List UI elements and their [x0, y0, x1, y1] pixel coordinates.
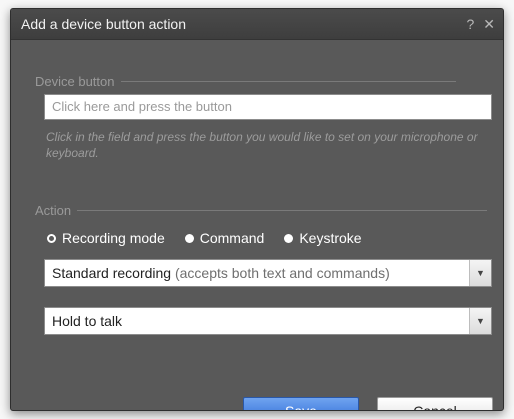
radio-label: Keystroke [299, 230, 362, 246]
section-divider [120, 81, 456, 82]
section-divider [77, 210, 488, 211]
device-button-heading: Device button [35, 74, 115, 89]
radio-label: Command [199, 230, 265, 246]
radio-label: Recording mode [62, 230, 165, 246]
talk-mode-value: Hold to talk [52, 313, 123, 329]
recording-type-description: (accepts both text and commands) [174, 265, 390, 281]
device-button-hint: Click in the field and press the button … [46, 130, 478, 160]
action-section-label: Action [35, 203, 488, 218]
radio-unselected-icon [184, 233, 194, 243]
save-button[interactable]: Save [243, 397, 359, 410]
radio-keystroke[interactable]: Keystroke [284, 230, 362, 246]
recording-type-select[interactable]: Standard recording (accepts both text an… [44, 259, 492, 287]
chevron-down-icon[interactable]: ▼ [469, 260, 491, 286]
chevron-down-icon[interactable]: ▼ [469, 308, 491, 334]
radio-command[interactable]: Command [184, 230, 265, 246]
radio-recording-mode[interactable]: Recording mode [47, 230, 165, 246]
radio-unselected-icon [284, 233, 294, 243]
radio-selected-icon [47, 233, 56, 243]
recording-type-value: Standard recording (accepts both text an… [45, 265, 469, 281]
cancel-button[interactable]: Cancel [377, 397, 493, 410]
title-bar: Add a device button action ? ✕ [11, 9, 503, 40]
action-heading: Action [35, 203, 72, 218]
device-button-input[interactable]: Click here and press the button [44, 94, 492, 120]
help-icon[interactable]: ? [466, 16, 474, 32]
dialog-title: Add a device button action [21, 16, 187, 32]
action-type-radio-group: Recording mode Command Keystroke [47, 230, 382, 246]
talk-mode-select[interactable]: Hold to talk ▼ [44, 307, 492, 335]
recording-type-main: Standard recording [52, 265, 172, 281]
add-device-button-action-dialog: Add a device button action ? ✕ Device bu… [10, 8, 504, 411]
device-button-section-label: Device button [35, 74, 456, 89]
close-icon[interactable]: ✕ [483, 16, 495, 33]
